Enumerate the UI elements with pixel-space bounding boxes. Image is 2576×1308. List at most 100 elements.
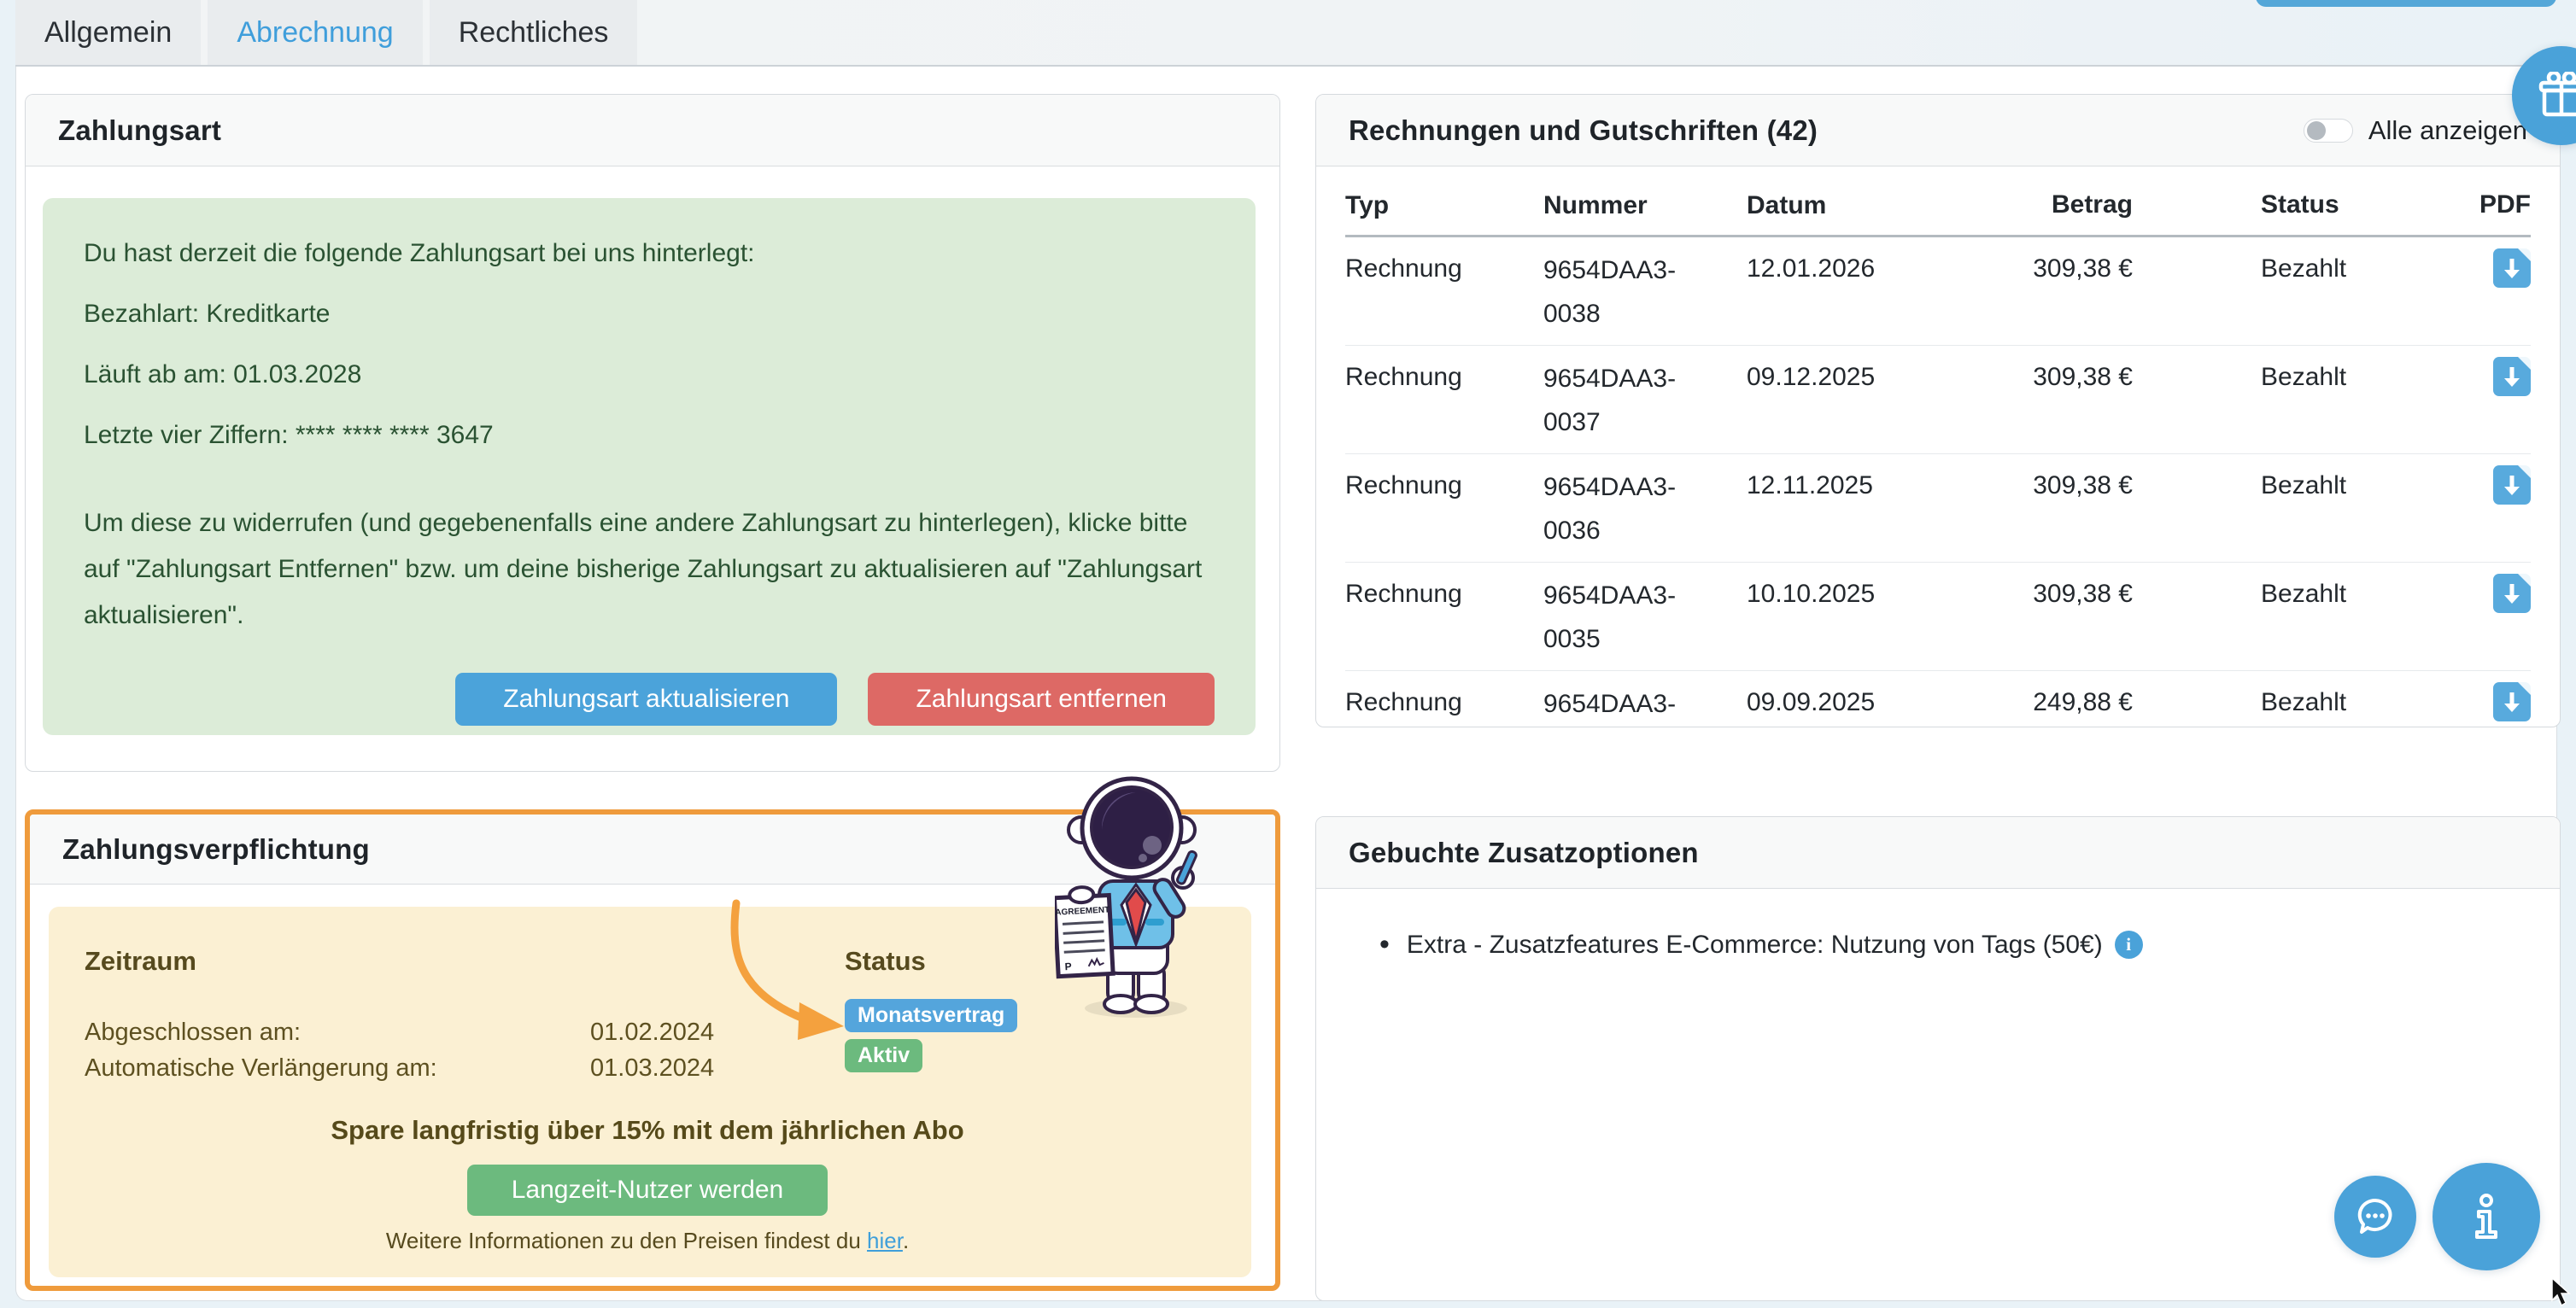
cell-datum: 12.01.2026 <box>1747 248 1962 289</box>
renewal-label: Automatische Verlängerung am: <box>85 1054 590 1083</box>
payment-method-info-box: Du hast derzeit die folgende Zahlungsart… <box>43 198 1256 735</box>
svg-text:P: P <box>1064 961 1072 972</box>
show-all-toggle[interactable] <box>2304 119 2353 143</box>
cell-nummer: 9654DAA3-0037 <box>1543 357 1690 444</box>
cell-typ: Rechnung <box>1345 357 1543 398</box>
obligation-row: Abgeschlossen am: 01.02.2024 <box>85 1014 845 1050</box>
cell-datum: 09.09.2025 <box>1747 682 1962 723</box>
payment-digits-line: Letzte vier Ziffern: **** **** **** 3647 <box>84 418 1215 453</box>
tab-allgemein[interactable]: Allgemein <box>15 0 201 65</box>
invoices-title: Rechnungen und Gutschriften (42) <box>1349 114 1818 147</box>
payment-type-line: Bezahlart: Kreditkarte <box>84 296 1215 332</box>
cell-nummer: 9654DAA3-0035 <box>1543 574 1690 661</box>
period-header: Zeitraum <box>85 946 845 977</box>
pdf-download-icon <box>2493 682 2531 721</box>
info-icon <box>2459 1189 2514 1244</box>
toggle-knob <box>2307 121 2326 140</box>
cell-betrag: 309,38 € <box>1962 465 2133 506</box>
pdf-download-icon <box>2493 465 2531 505</box>
pdf-download-button[interactable] <box>2493 465 2531 505</box>
cell-typ: Rechnung <box>1345 682 1543 723</box>
renewal-value: 01.03.2024 <box>590 1054 714 1083</box>
invoices-header: Rechnungen und Gutschriften (42) Alle an… <box>1316 95 2560 166</box>
top-action-button[interactable] <box>2256 0 2556 7</box>
payment-expiry-line: Läuft ab am: 01.03.2028 <box>84 357 1215 393</box>
cell-nummer: 9654DAA3-0036 <box>1543 465 1690 552</box>
annual-promo-text: Spare langfristig über 15% mit dem jährl… <box>85 1115 1210 1146</box>
concluded-value: 01.02.2024 <box>590 1019 714 1047</box>
cell-typ: Rechnung <box>1345 574 1543 615</box>
pdf-download-button[interactable] <box>2493 574 2531 613</box>
invoice-row: Rechnung 9654DAA3-0035 10.10.2025 309,38… <box>1345 563 2531 671</box>
cell-datum: 09.12.2025 <box>1747 357 1962 398</box>
cell-status: Bezahlt <box>2261 682 2432 723</box>
invoice-row: Rechnung 9654DAA3-0037 09.12.2025 309,38… <box>1345 346 2531 454</box>
monthly-contract-badge: Monatsvertrag <box>845 999 1017 1032</box>
cell-betrag: 309,38 € <box>1962 248 2133 289</box>
invoice-row: Rechnung 9654DAA3-0038 12.01.2026 309,38… <box>1345 237 2531 346</box>
cell-typ: Rechnung <box>1345 465 1543 506</box>
cell-datum: 12.11.2025 <box>1747 465 1962 506</box>
payment-revoke-paragraph: Um diese zu widerrufen (und gegebenenfal… <box>84 500 1215 639</box>
col-typ: Typ <box>1345 190 1543 221</box>
invoices-table: Typ Nummer Datum Betrag Status PDF Rechn… <box>1345 190 2531 727</box>
tab-bar: Allgemein Abrechnung Rechtliches <box>15 0 2557 67</box>
cell-status: Bezahlt <box>2261 465 2432 506</box>
concluded-label: Abgeschlossen am: <box>85 1019 590 1047</box>
mascot-astronaut-illustration: AGREEMENT P <box>1055 768 1207 1021</box>
tab-abrechnung[interactable]: Abrechnung <box>208 0 422 65</box>
col-betrag: Betrag <box>1962 190 2133 219</box>
cell-betrag: 309,38 € <box>1962 574 2133 615</box>
cell-status: Bezahlt <box>2261 248 2432 289</box>
show-all-label: Alle anzeigen <box>2368 115 2527 146</box>
cell-status: Bezahlt <box>2261 357 2432 398</box>
cell-nummer: 9654DAA3-0038 <box>1543 248 1690 336</box>
invoice-row: Rechnung 9654DAA3-0036 12.11.2025 309,38… <box>1345 454 2531 563</box>
pdf-download-icon <box>2493 357 2531 396</box>
payment-method-panel: Zahlungsart Du hast derzeit die folgende… <box>25 94 1280 772</box>
invoices-table-head: Typ Nummer Datum Betrag Status PDF <box>1345 190 2531 237</box>
tab-rechtliches[interactable]: Rechtliches <box>430 0 638 65</box>
gift-icon <box>2538 72 2576 120</box>
addon-label: Extra - Zusatzfeatures E-Commerce: Nutzu… <box>1407 931 2103 960</box>
pdf-download-button[interactable] <box>2493 682 2531 721</box>
payment-method-header: Zahlungsart <box>26 95 1279 166</box>
cell-datum: 10.10.2025 <box>1747 574 1962 615</box>
become-longterm-user-button[interactable]: Langzeit-Nutzer werden <box>467 1165 828 1216</box>
cell-betrag: 249,88 € <box>1962 682 2133 723</box>
mouse-cursor <box>2550 1278 2573 1307</box>
payment-obligation-title: Zahlungsverpflichtung <box>62 833 370 866</box>
pricing-info-link[interactable]: hier <box>867 1228 903 1253</box>
pricing-info-prefix: Weitere Informationen zu den Preisen fin… <box>386 1228 867 1253</box>
update-payment-button[interactable]: Zahlungsart aktualisieren <box>455 673 837 726</box>
info-icon[interactable]: i <box>2115 931 2143 959</box>
help-info-button[interactable] <box>2433 1163 2540 1270</box>
invoices-panel: Rechnungen und Gutschriften (42) Alle an… <box>1315 94 2561 727</box>
addons-title: Gebuchte Zusatzoptionen <box>1349 837 1699 869</box>
col-datum: Datum <box>1747 190 1962 221</box>
content-card: Zahlungsart Du hast derzeit die folgende… <box>15 67 2557 1301</box>
chat-bubble-icon <box>2353 1194 2397 1239</box>
cell-typ: Rechnung <box>1345 248 1543 289</box>
cell-status: Bezahlt <box>2261 574 2432 615</box>
invoice-row: Rechnung 9654DAA3-0034 09.09.2025 249,88… <box>1345 671 2531 727</box>
chat-support-button[interactable] <box>2334 1176 2416 1258</box>
cell-betrag: 309,38 € <box>1962 357 2133 398</box>
payment-method-title: Zahlungsart <box>58 114 221 147</box>
remove-payment-button[interactable]: Zahlungsart entfernen <box>868 673 1215 726</box>
pricing-info-suffix: . <box>903 1228 909 1253</box>
pricing-info-line: Weitere Informationen zu den Preisen fin… <box>85 1228 1210 1254</box>
pdf-download-button[interactable] <box>2493 357 2531 396</box>
active-status-badge: Aktiv <box>845 1039 922 1072</box>
cell-nummer: 9654DAA3-0034 <box>1543 682 1690 727</box>
col-status: Status <box>2261 190 2432 219</box>
pdf-download-icon <box>2493 248 2531 288</box>
pdf-download-button[interactable] <box>2493 248 2531 288</box>
addons-header: Gebuchte Zusatzoptionen <box>1316 817 2560 889</box>
pdf-download-icon <box>2493 574 2531 613</box>
obligation-row: Automatische Verlängerung am: 01.03.2024 <box>85 1050 845 1086</box>
addon-item: Extra - Zusatzfeatures E-Commerce: Nutzu… <box>1379 928 2526 961</box>
payment-current-line: Du hast derzeit die folgende Zahlungsart… <box>84 236 1215 272</box>
col-pdf: PDF <box>2432 190 2531 219</box>
payment-buttons-row: Zahlungsart aktualisieren Zahlungsart en… <box>84 673 1215 726</box>
